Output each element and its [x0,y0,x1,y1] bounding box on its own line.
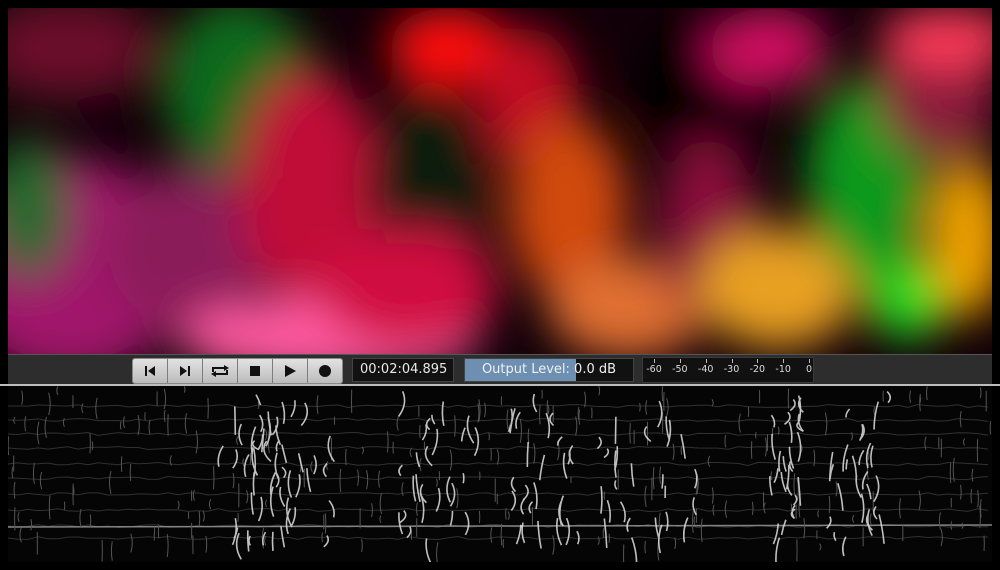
transport-buttons [132,358,343,384]
stop-button[interactable] [238,359,273,383]
meter-tick [654,359,655,363]
meter-tick [783,359,785,363]
output-level-label: Output Level: 0.0 dB [481,362,617,377]
meter-tick-label: -30 [723,364,740,375]
meter-tick-label: -50 [672,364,688,375]
meter-tick-label: -60 [646,364,662,375]
skip-to-start-button[interactable] [133,359,168,383]
record-icon [319,365,331,377]
meter-tick-label: -10 [775,364,791,375]
meter-tick-label: -20 [749,364,766,375]
record-button[interactable] [308,359,342,383]
level-meter: -60 -50 -40 -30 -20 -10 0 [642,357,814,383]
visualizer-canvas [8,8,992,354]
meter-tick [705,359,707,363]
skip-back-icon [145,366,155,376]
stop-icon [250,366,260,376]
skip-forward-icon [180,366,190,376]
meter-tick [679,359,681,363]
meter-tick [809,359,810,363]
time-display: 00:02:04.895 [352,358,454,382]
loop-button[interactable] [203,359,238,383]
meter-tick [731,359,733,363]
play-icon [285,365,296,377]
spectrogram [8,386,992,562]
meter-tick-label: 0 [805,364,813,375]
output-level-slider[interactable]: Output Level: 0.0 dB [464,358,634,382]
loop-icon [211,365,229,377]
play-button[interactable] [273,359,308,383]
skip-to-end-button[interactable] [168,359,203,383]
meter-tick-label: -40 [697,364,714,375]
meter-tick [757,359,759,363]
